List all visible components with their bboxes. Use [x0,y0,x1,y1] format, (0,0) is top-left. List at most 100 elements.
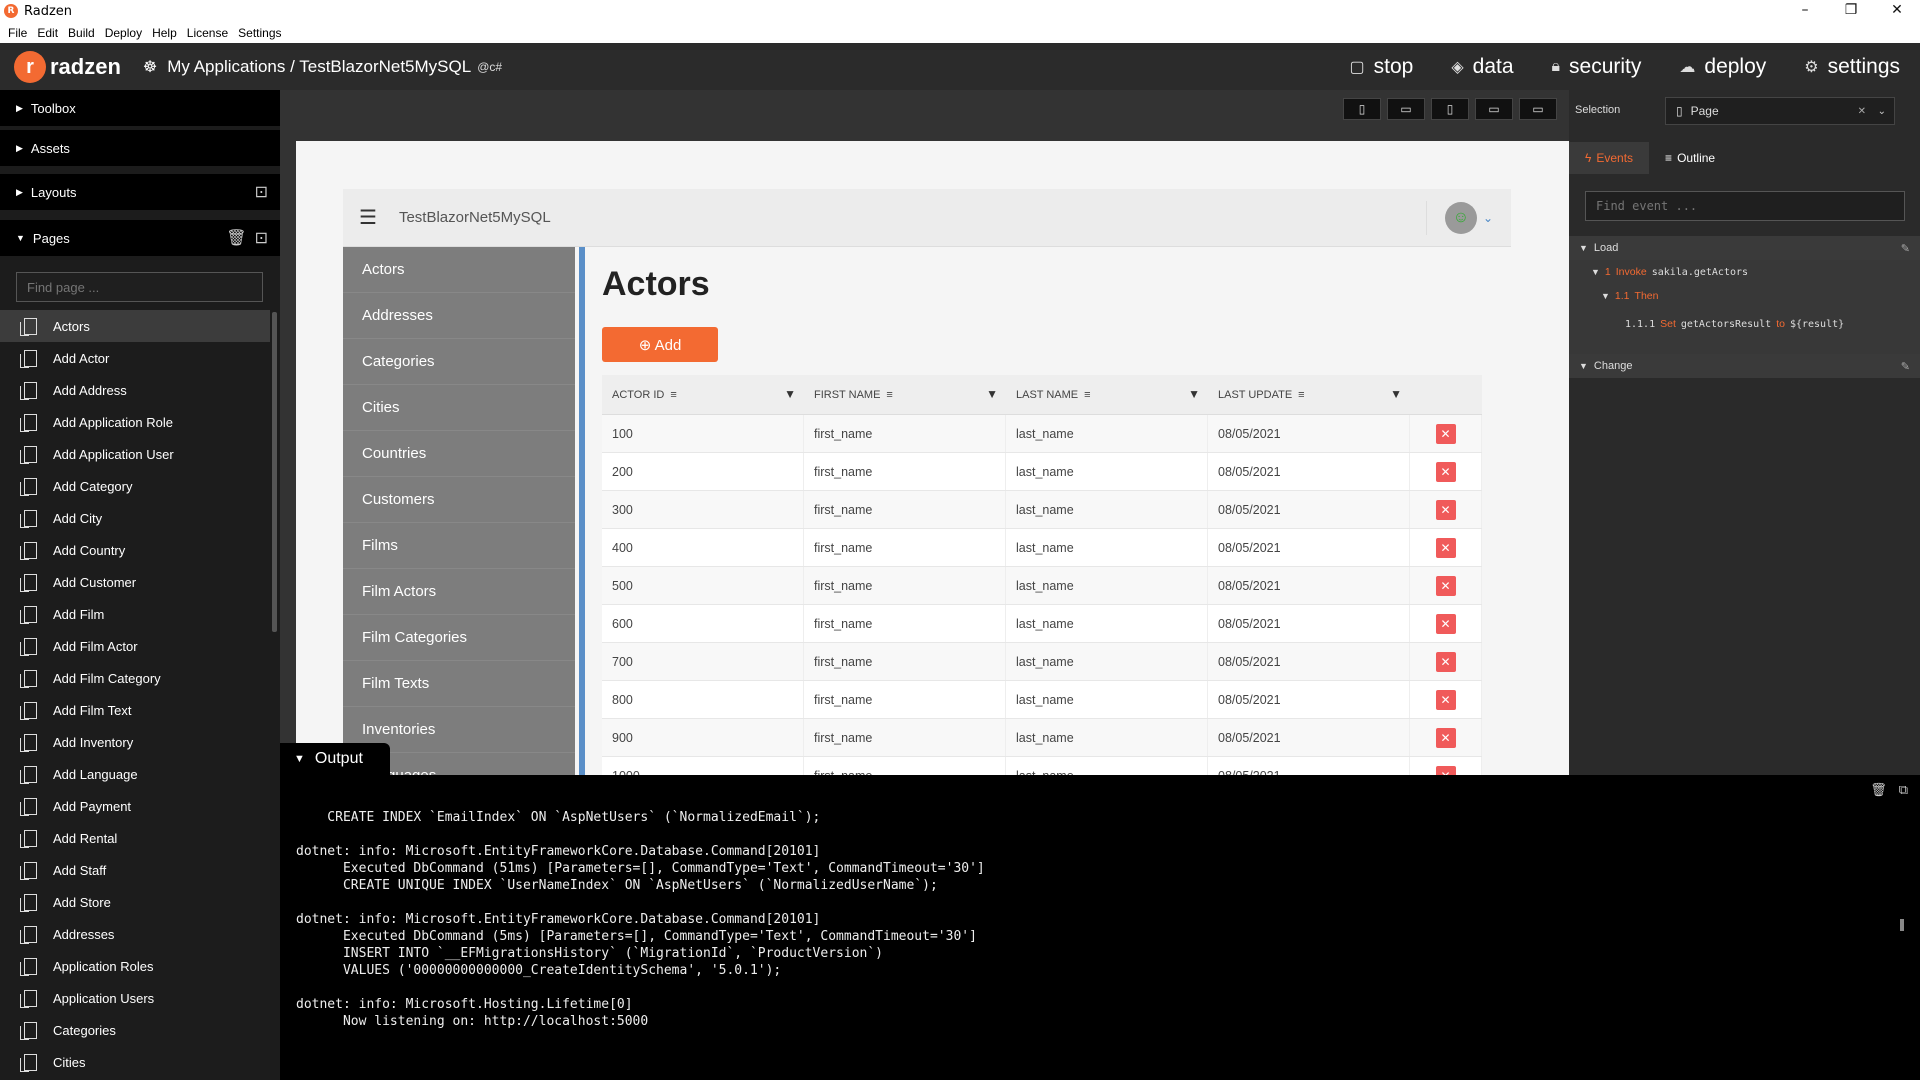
tab-outline[interactable]: ≡ Outline [1649,142,1731,174]
preview-nav-item[interactable]: Film Texts [343,661,575,707]
menu-license[interactable]: License [187,26,228,40]
filter-icon[interactable]: ▼ [1188,387,1200,401]
find-event-input[interactable] [1585,191,1905,221]
section-pages[interactable]: ▼ Pages 🗑︎ ⊡ [0,220,280,256]
radzen-logo[interactable]: r radzen [14,50,121,83]
page-item[interactable]: Add Actor [0,342,270,374]
stop-button[interactable]: ▢ stop [1350,55,1414,79]
page-item[interactable]: Add Country [0,534,270,566]
delete-row-button[interactable]: ✕ [1435,461,1456,482]
table-row[interactable]: 100 first_name last_name 08/05/2021 ✕ [602,415,1482,453]
event-change[interactable]: ▼ Change ✎ [1569,354,1920,378]
action-set[interactable]: 1.1.1 Set getActorsResult to ${result} [1625,318,1844,330]
page-item[interactable]: Add Film Category [0,662,270,694]
menu-deploy[interactable]: Deploy [105,26,142,40]
table-row[interactable]: 400 first_name last_name 08/05/2021 ✕ [602,529,1482,567]
add-page-icon[interactable]: ⊡ [255,228,268,248]
sort-icon[interactable]: ≡ [1298,389,1304,401]
phone-landscape-view-icon[interactable]: ▭ [1387,98,1425,120]
section-assets[interactable]: ▶ Assets [0,130,280,166]
preview-nav-item[interactable]: Film Actors [343,569,575,615]
page-item[interactable]: Add Staff [0,854,270,886]
add-layout-icon[interactable]: ⊡ [255,182,268,202]
column-last-name[interactable]: LAST NAME ≡ ▼ [1006,375,1208,414]
page-item[interactable]: Add Film [0,598,270,630]
chevron-down-icon[interactable]: ⌄ [1878,106,1886,117]
action-invoke[interactable]: ▼ 1 Invoke sakila.getActors [1591,266,1748,278]
preview-nav-item[interactable]: Film Categories [343,615,575,661]
selection-dropdown[interactable]: ▯ Page ✕ ⌄ [1665,97,1895,125]
action-then[interactable]: ▼ 1.1 Then [1601,290,1663,302]
delete-row-button[interactable]: ✕ [1435,613,1456,634]
page-item[interactable]: Cities [0,1046,270,1078]
delete-row-button[interactable]: ✕ [1435,575,1456,596]
table-row[interactable]: 800 first_name last_name 08/05/2021 ✕ [602,681,1482,719]
table-row[interactable]: 500 first_name last_name 08/05/2021 ✕ [602,567,1482,605]
section-toolbox[interactable]: ▶ Toolbox [0,90,280,126]
page-item[interactable]: Add Category [0,470,270,502]
security-button[interactable]: 🔒︎ security [1552,55,1642,79]
output-tab[interactable]: ▼ Output [280,743,390,775]
preview-nav-item[interactable]: Addresses [343,293,575,339]
delete-row-button[interactable]: ✕ [1435,537,1456,558]
close-window-button[interactable]: ✕ [1874,0,1920,22]
page-item[interactable]: Application Users [0,982,270,1014]
table-row[interactable]: 700 first_name last_name 08/05/2021 ✕ [602,643,1482,681]
delete-row-button[interactable]: ✕ [1435,423,1456,444]
page-item[interactable]: Add City [0,502,270,534]
menu-settings[interactable]: Settings [238,26,281,40]
menu-toggle-icon[interactable]: ☰ [359,205,377,230]
page-item[interactable]: Add Film Text [0,694,270,726]
preview-nav-item[interactable]: Customers [343,477,575,523]
page-item[interactable]: Application Roles [0,950,270,982]
menu-build[interactable]: Build [68,26,95,40]
page-item[interactable]: Add Customer [0,566,270,598]
table-row[interactable]: 900 first_name last_name 08/05/2021 ✕ [602,719,1482,757]
column-actor-id[interactable]: ACTOR ID ≡ ▼ [602,375,804,414]
menu-edit[interactable]: Edit [37,26,58,40]
event-load[interactable]: ▼ Load ✎ [1569,236,1920,260]
table-row[interactable]: 200 first_name last_name 08/05/2021 ✕ [602,453,1482,491]
page-item[interactable]: Add Language [0,758,270,790]
delete-row-button[interactable]: ✕ [1435,499,1456,520]
sidebar-scrollbar[interactable] [272,312,277,632]
filter-icon[interactable]: ▼ [986,387,998,401]
clear-selection-icon[interactable]: ✕ [1858,106,1866,117]
delete-page-icon[interactable]: 🗑︎ [226,228,246,248]
edit-event-icon[interactable]: ✎ [1901,360,1910,373]
page-item[interactable]: Add Film Actor [0,630,270,662]
delete-row-button[interactable]: ✕ [1435,689,1456,710]
column-last-update[interactable]: LAST UPDATE ≡ ▼ [1208,375,1410,414]
maximize-button[interactable]: ❐ [1828,0,1874,22]
minimize-button[interactable]: – [1782,0,1828,22]
menu-help[interactable]: Help [152,26,177,40]
desktop-view-icon[interactable]: ▭ [1519,98,1557,120]
preview-nav-item[interactable]: Categories [343,339,575,385]
find-page-input[interactable] [16,272,263,302]
column-first-name[interactable]: FIRST NAME ≡ ▼ [804,375,1006,414]
sort-icon[interactable]: ≡ [1084,389,1090,401]
page-item[interactable]: Add Application User [0,438,270,470]
page-item[interactable]: Addresses [0,918,270,950]
table-row[interactable]: 600 first_name last_name 08/05/2021 ✕ [602,605,1482,643]
phone-view-icon[interactable]: ▯ [1343,98,1381,120]
page-item[interactable]: Add Address [0,374,270,406]
filter-icon[interactable]: ▼ [784,387,796,401]
page-item[interactable]: Add Application Role [0,406,270,438]
section-layouts[interactable]: ▶ Layouts ⊡ [0,174,280,210]
output-scrollbar[interactable] [1900,919,1904,931]
edit-event-icon[interactable]: ✎ [1901,242,1910,255]
clear-output-icon[interactable]: 🗑︎ [1870,783,1887,798]
delete-row-button[interactable]: ✕ [1435,727,1456,748]
tablet-view-icon[interactable]: ▯ [1431,98,1469,120]
add-button[interactable]: ⊕ Add [602,327,718,362]
copy-output-icon[interactable]: ⧉ [1899,783,1908,798]
tab-events[interactable]: ϟ Events [1569,142,1650,174]
settings-button[interactable]: ⚙ settings [1804,55,1900,79]
preview-nav-item[interactable]: Countries [343,431,575,477]
tablet-landscape-view-icon[interactable]: ▭ [1475,98,1513,120]
filter-icon[interactable]: ▼ [1390,387,1402,401]
table-row[interactable]: 300 first_name last_name 08/05/2021 ✕ [602,491,1482,529]
preview-nav-item[interactable]: Actors [343,247,575,293]
sort-icon[interactable]: ≡ [670,389,676,401]
